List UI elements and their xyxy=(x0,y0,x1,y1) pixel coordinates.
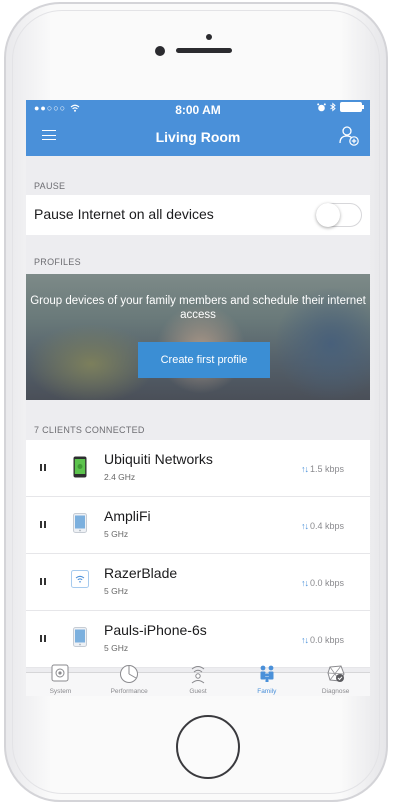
client-rate-value: 0.0 kbps xyxy=(309,635,344,645)
profiles-banner-text: Group devices of your family members and… xyxy=(30,295,366,321)
client-band: 5 GHz xyxy=(104,586,129,596)
diagnose-icon xyxy=(327,665,345,682)
pause-icon[interactable] xyxy=(40,578,46,585)
pause-icon[interactable] xyxy=(40,464,46,471)
navigation-bar: ●●○○○ 8:00 AM Living Room xyxy=(26,100,370,156)
client-name: Ubiquiti Networks xyxy=(104,451,213,467)
client-rate-value: 0.4 kbps xyxy=(309,521,344,531)
pause-all-label: Pause Internet on all devices xyxy=(34,206,214,222)
tablet-icon xyxy=(73,513,87,533)
up-down-arrows-icon: ↑↓ xyxy=(300,635,309,645)
tab-label: System xyxy=(49,688,72,695)
tab-performance[interactable]: Performance xyxy=(95,665,164,696)
pause-all-toggle[interactable] xyxy=(316,203,362,227)
bluetooth-icon xyxy=(330,102,336,112)
client-name: Pauls-iPhone-6s xyxy=(104,622,207,638)
family-icon xyxy=(260,665,274,682)
earpiece-speaker xyxy=(176,48,232,53)
front-camera xyxy=(155,46,165,56)
client-band: 5 GHz xyxy=(104,529,129,539)
android-phone-icon xyxy=(73,456,87,478)
client-row[interactable]: Pauls-iPhone-6s 5 GHz ↑↓ 0.0 kbps xyxy=(26,611,370,668)
client-rate: ↑↓ 1.5 kbps xyxy=(301,464,344,474)
guest-icon xyxy=(191,666,205,684)
client-name: RazerBlade xyxy=(104,565,178,581)
pause-section-label: PAUSE xyxy=(34,181,66,191)
up-down-arrows-icon: ↑↓ xyxy=(300,578,309,588)
tab-bar: System Performance Guest Family Diagnose xyxy=(26,664,370,696)
add-profile-icon[interactable] xyxy=(338,124,360,146)
client-rate-value: 0.0 kbps xyxy=(309,578,344,588)
client-rate: ↑↓ 0.4 kbps xyxy=(301,521,344,531)
client-rate: ↑↓ 0.0 kbps xyxy=(301,635,344,645)
toggle-knob xyxy=(316,203,340,227)
tab-label: Diagnose xyxy=(321,688,350,695)
profiles-section-label: PROFILES xyxy=(34,257,81,267)
pause-icon[interactable] xyxy=(40,635,46,642)
tab-label: Guest xyxy=(189,688,207,695)
client-band: 5 GHz xyxy=(104,643,129,653)
app-screen: ●●○○○ 8:00 AM Living Room PAUSE Pause In… xyxy=(26,100,370,696)
client-row[interactable]: Ubiquiti Networks 2.4 GHz ↑↓ 1.5 kbps xyxy=(26,440,370,497)
create-profile-button[interactable]: Create first profile xyxy=(138,342,270,378)
tab-system[interactable]: System xyxy=(26,664,95,696)
tab-diagnose[interactable]: Diagnose xyxy=(301,665,370,696)
profiles-banner: Group devices of your family members and… xyxy=(26,274,370,400)
client-row[interactable]: RazerBlade 5 GHz ↑↓ 0.0 kbps xyxy=(26,554,370,611)
pause-icon[interactable] xyxy=(40,521,46,528)
client-rate-value: 1.5 kbps xyxy=(309,464,344,474)
alarm-icon xyxy=(317,102,326,111)
client-name: AmpliFi xyxy=(104,508,151,524)
status-indicators xyxy=(317,102,364,112)
proximity-sensor xyxy=(206,34,212,40)
client-rate: ↑↓ 0.0 kbps xyxy=(301,578,344,588)
wifi-device-icon xyxy=(71,570,89,588)
tab-guest[interactable]: Guest xyxy=(164,666,233,696)
page-title: Living Room xyxy=(155,129,241,145)
router-icon xyxy=(51,664,69,682)
iphone-icon xyxy=(73,627,87,647)
pie-chart-icon xyxy=(120,665,139,683)
home-button[interactable] xyxy=(176,715,240,779)
up-down-arrows-icon: ↑↓ xyxy=(300,521,309,531)
tab-family[interactable]: Family xyxy=(232,665,301,696)
client-band: 2.4 GHz xyxy=(104,472,136,482)
battery-icon xyxy=(340,102,364,112)
clients-section-label: 7 CLIENTS CONNECTED xyxy=(34,425,145,435)
up-down-arrows-icon: ↑↓ xyxy=(300,464,309,474)
tab-label: Performance xyxy=(110,688,148,695)
client-row[interactable]: AmpliFi 5 GHz ↑↓ 0.4 kbps xyxy=(26,497,370,554)
pause-all-row: Pause Internet on all devices xyxy=(26,195,370,235)
tab-label: Family xyxy=(257,688,277,695)
